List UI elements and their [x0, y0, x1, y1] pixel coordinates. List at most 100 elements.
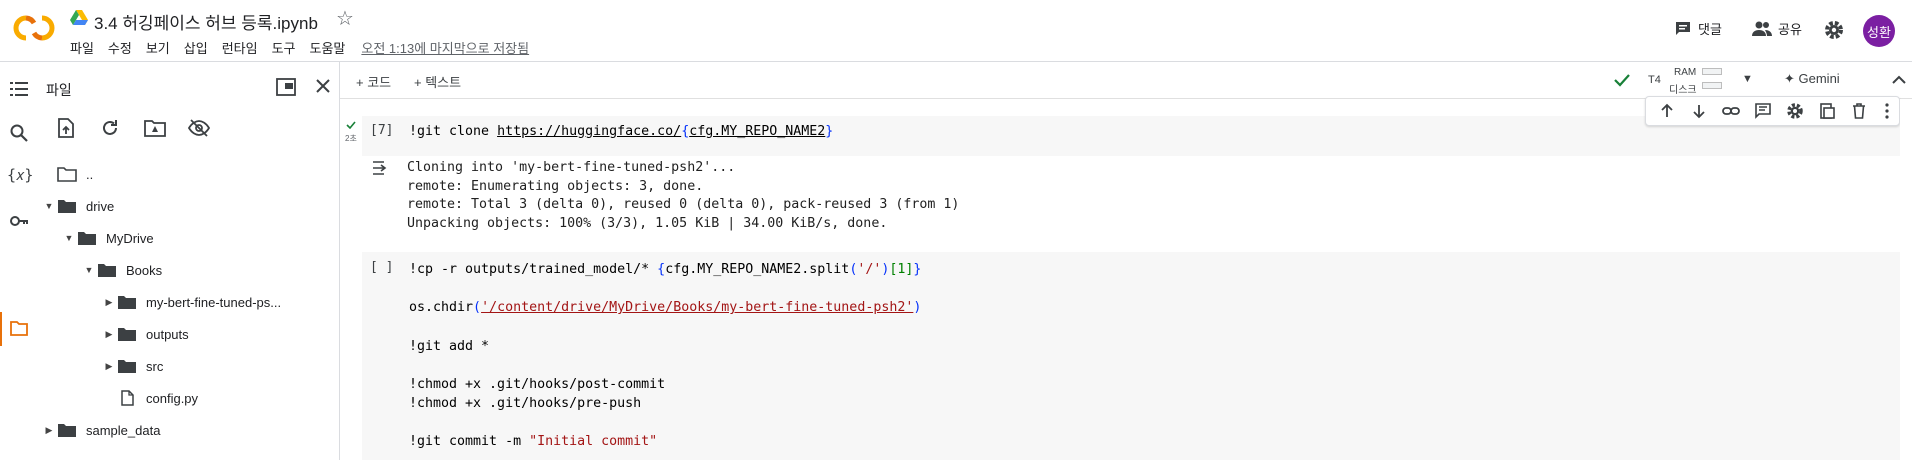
scrollbar[interactable]	[1900, 99, 1912, 460]
add-text-button[interactable]: + 텍스트	[414, 72, 461, 91]
notebook-toolbar: + 코드 + 텍스트 T4 RAM 디스크 ▼ ✦ Gemini	[340, 62, 1912, 99]
mirror-cell-icon[interactable]	[1818, 102, 1836, 120]
ram-label: RAM	[1674, 67, 1697, 78]
expand-open-icon[interactable]: ▼	[81, 265, 97, 275]
comment-icon[interactable]	[1754, 102, 1772, 120]
tree-folder-item[interactable]: ▶ sample_data	[41, 418, 161, 442]
resources-dropdown-icon[interactable]: ▼	[1742, 73, 1753, 85]
delete-icon[interactable]	[1850, 102, 1868, 120]
code-token: '/'	[857, 262, 882, 277]
sparkle-icon: ✦	[1784, 71, 1799, 86]
close-icon[interactable]	[315, 78, 331, 94]
tree-file-item[interactable]: config.py	[101, 386, 198, 410]
key-icon[interactable]	[9, 211, 29, 231]
code-token: {	[657, 262, 666, 277]
cell-2-line-6: !git commit -m "Initial commit"	[409, 432, 657, 451]
ram-bar	[1702, 68, 1722, 75]
share-button[interactable]: 공유	[1752, 19, 1802, 38]
expand-closed-icon[interactable]: ▶	[101, 329, 117, 340]
expand-open-icon[interactable]: ▼	[41, 201, 57, 211]
files-panel: 파일 .. ▼ drive ▼ MyDrive ▼ Books ▶ my-bert-fine-t…	[37, 62, 340, 460]
output-toggle-icon[interactable]	[372, 160, 390, 176]
search-icon[interactable]	[9, 123, 29, 143]
tree-folder-item[interactable]: ▼ drive	[41, 194, 115, 218]
tree-item-label: drive	[86, 198, 115, 214]
gemini-label: Gemini	[1798, 71, 1840, 86]
link-icon[interactable]	[1722, 102, 1740, 120]
colab-logo[interactable]	[13, 13, 55, 43]
folder-icon	[98, 264, 116, 277]
tree-folder-item[interactable]: ▶ my-bert-fine-tuned-ps...	[101, 290, 282, 314]
cell-2-line-2: os.chdir('/content/drive/MyDrive/Books/m…	[409, 298, 921, 317]
comments-button[interactable]: 댓글	[1674, 19, 1722, 38]
active-indicator	[0, 312, 2, 346]
hide-hidden-files-icon[interactable]	[188, 119, 210, 137]
expand-closed-icon[interactable]: ▶	[101, 297, 117, 308]
comment-icon	[1676, 21, 1690, 35]
open-in-tab-icon[interactable]	[276, 78, 296, 96]
menu-help[interactable]: 도움말	[310, 38, 346, 57]
user-avatar[interactable]: 성환	[1863, 15, 1895, 47]
cell-2-line-1: !cp -r outputs/trained_model/* {cfg.MY_R…	[409, 260, 921, 279]
exec-count-2[interactable]: [ ]	[370, 260, 393, 275]
cell-toolbar	[1645, 96, 1900, 126]
tree-item-label: src	[146, 358, 164, 374]
tree-folder-item[interactable]: ..	[41, 162, 93, 186]
comments-label: 댓글	[1698, 22, 1722, 37]
code-token: !git clone	[409, 124, 498, 139]
menu-edit[interactable]: 수정	[108, 38, 132, 57]
code-token: cfg.MY_REPO_NAME2.split	[665, 262, 850, 277]
move-down-icon[interactable]	[1690, 102, 1708, 120]
folder-icon	[118, 296, 136, 309]
table-of-contents-icon[interactable]	[9, 79, 29, 99]
tree-item-label: sample_data	[86, 422, 161, 438]
star-icon[interactable]: ☆	[336, 6, 354, 31]
code-token[interactable]: '/content/drive/MyDrive/Books/my-bert-fi…	[481, 300, 913, 315]
run-success-check-icon	[346, 121, 356, 129]
settings-gear-icon[interactable]	[1824, 20, 1844, 40]
notebook-title[interactable]: 3.4 허깅페이스 허브 등록.ipynb	[94, 9, 318, 34]
cell-2-line-5: !chmod +x .git/hooks/pre-push	[409, 396, 642, 411]
upload-icon[interactable]	[57, 118, 75, 138]
expand-open-icon[interactable]: ▼	[61, 233, 77, 243]
google-drive-icon[interactable]	[70, 10, 88, 26]
menu-insert[interactable]: 삽입	[184, 38, 208, 57]
share-label: 공유	[1778, 22, 1802, 37]
menu-file[interactable]: 파일	[70, 38, 94, 57]
code-token: (	[473, 300, 482, 315]
code-url[interactable]: https://huggingface.co/	[497, 124, 681, 139]
menu-view[interactable]: 보기	[146, 38, 170, 57]
collapse-chevron-icon[interactable]	[1892, 74, 1906, 84]
expand-closed-icon[interactable]: ▶	[101, 361, 117, 372]
gemini-button[interactable]: ✦ Gemini	[1784, 71, 1840, 87]
folder-icon	[78, 232, 96, 245]
code-token: cfg.MY_REPO_NAME2	[689, 124, 826, 139]
tree-folder-item[interactable]: ▶ src	[101, 354, 164, 378]
panel-title: 파일	[46, 82, 72, 98]
more-options-icon[interactable]	[1878, 102, 1896, 120]
menu-tools[interactable]: 도구	[272, 38, 296, 57]
folder-icon	[118, 328, 136, 341]
tree-folder-item[interactable]: ▼ MyDrive	[61, 226, 154, 250]
refresh-icon[interactable]	[100, 118, 120, 138]
mount-drive-icon[interactable]	[144, 119, 166, 137]
variables-icon[interactable]: {𝑥}	[7, 166, 33, 186]
menu-runtime[interactable]: 런타임	[222, 38, 258, 57]
tree-folder-item[interactable]: ▶ outputs	[101, 322, 189, 346]
disk-bar	[1702, 82, 1722, 89]
add-code-button[interactable]: + 코드	[356, 72, 391, 91]
runtime-type[interactable]: T4	[1648, 74, 1661, 86]
folder-icon	[118, 360, 136, 373]
tree-folder-item[interactable]: ▼ Books	[81, 258, 163, 282]
move-up-icon[interactable]	[1658, 102, 1676, 120]
code-token: "Initial commit"	[529, 434, 658, 449]
tree-item-label: MyDrive	[106, 230, 154, 246]
expand-closed-icon[interactable]: ▶	[41, 425, 57, 436]
code-cell-2[interactable]	[362, 252, 1902, 460]
last-saved-link[interactable]: 오전 1:13에 마지막으로 저장됨	[361, 38, 529, 57]
files-folder-icon[interactable]	[9, 318, 29, 338]
settings-gear-icon[interactable]	[1786, 102, 1804, 120]
code-token: {	[681, 124, 690, 139]
cell-1-output: Cloning into 'my-bert-fine-tuned-psh2'..…	[407, 160, 960, 231]
cell-1-code[interactable]: !git clone https://huggingface.co/{cfg.M…	[409, 122, 833, 141]
